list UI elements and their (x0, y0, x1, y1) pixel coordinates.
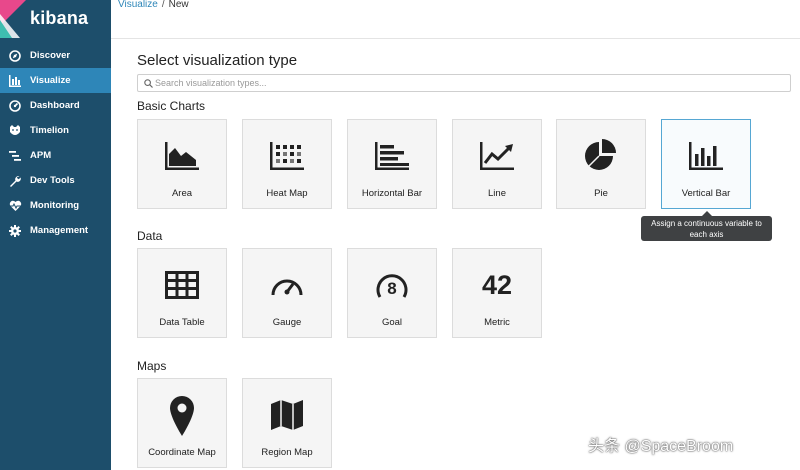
nav-label-timelion: Timelion (30, 125, 69, 136)
tile-vertical-bar[interactable]: Vertical Bar (661, 119, 751, 209)
tooltip-line: each axis (689, 230, 724, 239)
nav-item-management[interactable]: Management (0, 218, 111, 243)
tile-coordinate-map[interactable]: Coordinate Map (137, 378, 227, 468)
tile-label: Gauge (272, 317, 302, 328)
nav-item-discover[interactable]: Discover (0, 43, 111, 68)
apm-icon (0, 150, 30, 162)
breadcrumb-current: New (168, 0, 189, 10)
compass-icon (0, 49, 30, 62)
table-icon (138, 267, 226, 303)
search-input[interactable] (155, 75, 775, 91)
tile-heat-map[interactable]: Heat Map (242, 119, 332, 209)
tile-pie[interactable]: Pie (556, 119, 646, 209)
tooltip: Assign a continuous variable to each axi… (641, 211, 772, 241)
vertical-bar-icon (662, 138, 750, 174)
tile-label: Coordinate Map (148, 447, 216, 458)
nav-label-discover: Discover (30, 50, 71, 61)
tile-goal[interactable]: 8 Goal (347, 248, 437, 338)
line-chart-icon (453, 138, 541, 174)
nav-label-dashboard: Dashboard (30, 100, 80, 111)
gear-icon (0, 224, 30, 237)
nav-item-visualize[interactable]: Visualize (0, 68, 111, 93)
region-map-icon (243, 397, 331, 433)
tile-label: Vertical Bar (681, 188, 731, 199)
metric-icon: 42 (453, 267, 541, 303)
goal-icon: 8 (348, 267, 436, 303)
tile-horizontal-bar[interactable]: Horizontal Bar (347, 119, 437, 209)
heartbeat-icon (0, 200, 30, 212)
tile-label: Region Map (261, 447, 313, 458)
breadcrumb-separator: / (161, 0, 165, 10)
watermark: 头条 @SpaceBroom (588, 438, 734, 455)
tile-label: Goal (381, 317, 403, 328)
nav-label-apm: APM (30, 150, 52, 161)
section-title-maps: Maps (137, 359, 167, 373)
tooltip-line: Assign a continuous variable to (651, 219, 762, 228)
metric-glyph: 42 (481, 269, 513, 300)
area-chart-icon (138, 138, 226, 174)
section-title-basic-charts: Basic Charts (137, 99, 206, 113)
search-box[interactable] (137, 74, 791, 92)
breadcrumb: Visualize / New (118, 0, 189, 10)
tile-label: Pie (594, 188, 608, 199)
tile-label: Horizontal Bar (361, 188, 423, 199)
breadcrumb-visualize-link[interactable]: Visualize (118, 0, 158, 10)
app-name: kibana (30, 8, 89, 28)
tile-area[interactable]: Area (137, 119, 227, 209)
tile-region-map[interactable]: Region Map (242, 378, 332, 468)
kibana-logo-icon (0, 0, 26, 38)
tile-label: Line (488, 188, 506, 199)
gauge-icon (243, 267, 331, 303)
goal-glyph: 8 (387, 279, 396, 298)
top-bar: Visualize / New (111, 0, 800, 39)
heat-map-icon (243, 138, 331, 174)
tile-gauge[interactable]: Gauge (242, 248, 332, 338)
kibana-logo[interactable]: kibana (0, 0, 111, 38)
nav-item-dashboard[interactable]: Dashboard (0, 93, 111, 118)
timelion-icon (0, 124, 30, 137)
pie-chart-icon (557, 138, 645, 174)
tile-line[interactable]: Line (452, 119, 542, 209)
wrench-icon (0, 175, 30, 187)
nav-item-apm[interactable]: APM (0, 143, 111, 168)
page-title: Select visualization type (137, 52, 298, 69)
nav-label-management: Management (30, 225, 89, 236)
map-pin-icon (138, 395, 226, 437)
section-title-data: Data (137, 229, 163, 243)
bar-chart-icon (0, 74, 30, 87)
search-icon (144, 79, 153, 88)
dashboard-icon (0, 99, 30, 112)
sidebar: kibana Discover Visualize Dashboard Time… (0, 0, 111, 470)
nav-item-monitoring[interactable]: Monitoring (0, 193, 111, 218)
nav-item-timelion[interactable]: Timelion (0, 118, 111, 143)
nav-item-dev-tools[interactable]: Dev Tools (0, 168, 111, 193)
tile-label: Heat Map (266, 188, 308, 199)
nav-label-monitoring: Monitoring (30, 200, 80, 211)
side-nav: Discover Visualize Dashboard Timelion AP… (0, 43, 111, 243)
tile-data-table[interactable]: Data Table (137, 248, 227, 338)
tile-label: Area (171, 188, 193, 199)
nav-label-dev-tools: Dev Tools (30, 175, 75, 186)
tile-metric[interactable]: 42 Metric (452, 248, 542, 338)
tile-label: Metric (484, 317, 510, 328)
tile-label: Data Table (159, 317, 205, 328)
nav-label-visualize: Visualize (30, 75, 71, 86)
horizontal-bar-icon (348, 138, 436, 174)
